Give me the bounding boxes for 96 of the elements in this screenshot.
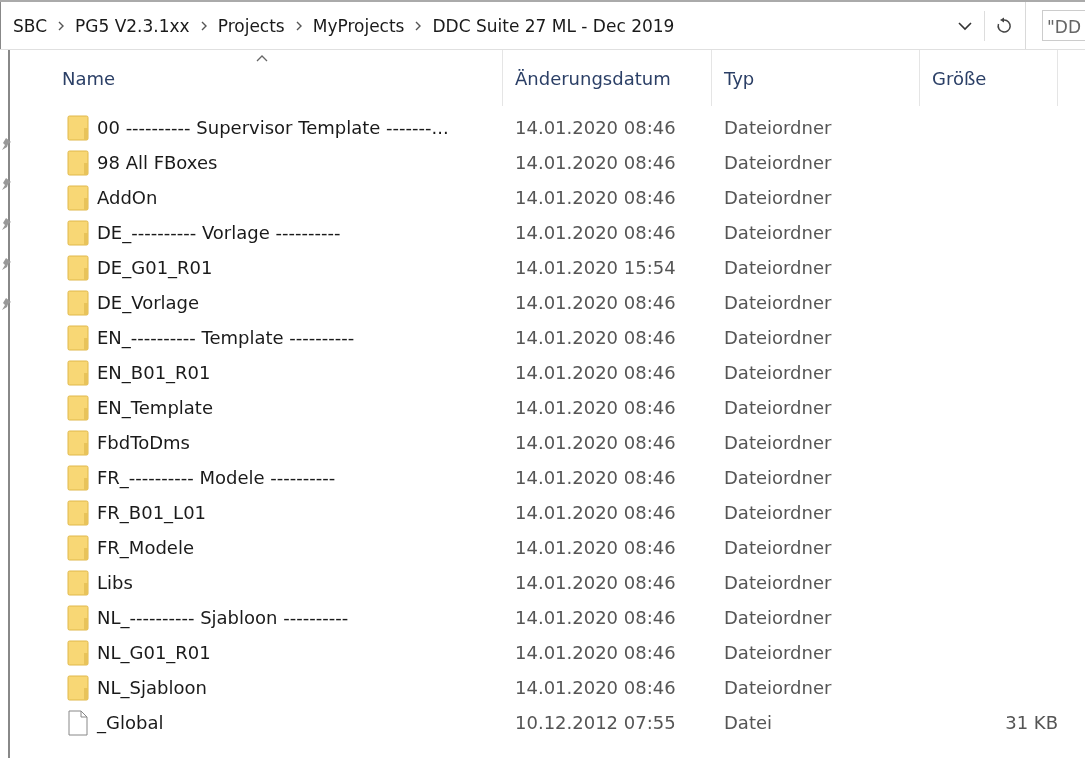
folder-icon: [67, 674, 89, 701]
folder-icon: [67, 604, 89, 631]
breadcrumb-item[interactable]: PG5 V2.3.1xx: [75, 15, 190, 36]
date-modified: 14.01.2020 08:46: [515, 432, 676, 453]
file-name[interactable]: 00 ---------- Supervisor Template -------...: [97, 117, 449, 138]
sort-icon: [256, 54, 268, 62]
date-modified: 14.01.2020 08:46: [515, 152, 676, 173]
folder-icon: [67, 429, 89, 456]
date-modified: 14.01.2020 08:46: [515, 467, 676, 488]
file-name[interactable]: EN_Template: [97, 397, 213, 418]
date-modified: 14.01.2020 08:46: [515, 187, 676, 208]
address-bar[interactable]: SBC PG5 V2.3.1xx Projects MyProjects DDC Suite 27 ML - Dec 2019: [0, 2, 1026, 49]
file-name[interactable]: DE_---------- Vorlage ----------: [97, 222, 341, 243]
folder-icon: [67, 289, 89, 316]
file-name[interactable]: FR_B01_L01: [97, 502, 207, 523]
folder-icon: [67, 184, 89, 211]
file-name[interactable]: Libs: [97, 572, 133, 593]
date-modified: 14.01.2020 08:46: [515, 397, 676, 418]
column-header[interactable]: Änderungsdatum: [503, 50, 712, 106]
file-type: Dateiordner: [724, 572, 832, 593]
breadcrumb-item[interactable]: MyProjects: [312, 15, 405, 36]
file-type: Datei: [724, 712, 773, 733]
chevron-icon: [414, 20, 423, 31]
file-name[interactable]: EN_---------- Template ----------: [97, 327, 355, 348]
folder-icon: [67, 394, 89, 421]
refresh-icon[interactable]: [995, 16, 1013, 35]
date-modified: 14.01.2020 08:46: [515, 572, 676, 593]
file-type: Dateiordner: [724, 187, 832, 208]
folder-icon: [67, 639, 89, 666]
file-name[interactable]: 98 All FBoxes: [97, 152, 218, 173]
file-size: 31 KB: [1005, 712, 1058, 733]
breadcrumb-item[interactable]: Projects: [217, 15, 285, 36]
file-name[interactable]: NL_---------- Sjabloon ----------: [97, 607, 349, 628]
date-modified: 14.01.2020 08:46: [515, 537, 676, 558]
file-type: Dateiordner: [724, 467, 832, 488]
file-name[interactable]: DE_Vorlage: [97, 292, 200, 313]
search-field[interactable]: "DD: [1042, 10, 1085, 41]
date-modified: 14.01.2020 08:46: [515, 117, 676, 138]
file-type: Dateiordner: [724, 537, 832, 558]
date-modified: 14.01.2020 15:54: [515, 257, 676, 278]
chevron-icon: [294, 20, 303, 31]
pin-icon: [2, 298, 11, 310]
date-modified: 14.01.2020 08:46: [515, 642, 676, 663]
folder-icon: [67, 464, 89, 491]
breadcrumb-item[interactable]: SBC: [13, 15, 48, 36]
pin-icon: [2, 258, 11, 270]
file-name[interactable]: FR_Modele: [97, 537, 194, 558]
file-type: Dateiordner: [724, 397, 832, 418]
column-header[interactable]: Größe: [920, 50, 1058, 106]
folder-icon: [67, 324, 89, 351]
folder-icon: [67, 359, 89, 386]
file-name[interactable]: FR_---------- Modele ----------: [97, 467, 336, 488]
file-name[interactable]: NL_Sjabloon: [97, 677, 207, 698]
file-name[interactable]: NL_G01_R01: [97, 642, 211, 663]
folder-icon: [67, 569, 89, 596]
file-name[interactable]: DE_G01_R01: [97, 257, 213, 278]
folder-icon: [67, 254, 89, 281]
pin-icon: [2, 138, 11, 150]
file-type: Dateiordner: [724, 677, 832, 698]
date-modified: 14.01.2020 08:46: [515, 222, 676, 243]
chevron-icon: [199, 20, 208, 31]
file-type: Dateiordner: [724, 327, 832, 348]
file-type: Dateiordner: [724, 642, 832, 663]
date-modified: 10.12.2012 07:55: [515, 712, 676, 733]
file-type: Dateiordner: [724, 362, 832, 383]
file-name[interactable]: EN_B01_R01: [97, 362, 211, 383]
breadcrumb-item[interactable]: DDC Suite 27 ML - Dec 2019: [432, 15, 675, 36]
file-type: Dateiordner: [724, 222, 832, 243]
file-type: Dateiordner: [724, 257, 832, 278]
file-name[interactable]: AddOn: [97, 187, 158, 208]
pin-icon: [2, 218, 11, 230]
column-header[interactable]: Typ: [712, 50, 920, 106]
date-modified: 14.01.2020 08:46: [515, 292, 676, 313]
date-modified: 14.01.2020 08:46: [515, 502, 676, 523]
file-icon: [67, 709, 89, 736]
file-type: Dateiordner: [724, 117, 832, 138]
chevron-icon: [57, 20, 66, 31]
folder-icon: [67, 499, 89, 526]
file-type: Dateiordner: [724, 292, 832, 313]
folder-icon: [67, 114, 89, 141]
folder-icon: [67, 219, 89, 246]
date-modified: 14.01.2020 08:46: [515, 677, 676, 698]
file-type: Dateiordner: [724, 607, 832, 628]
file-type: Dateiordner: [724, 432, 832, 453]
file-type: Dateiordner: [724, 152, 832, 173]
folder-icon: [67, 534, 89, 561]
date-modified: 14.01.2020 08:46: [515, 327, 676, 348]
pin-icon: [2, 178, 11, 190]
date-modified: 14.01.2020 08:46: [515, 362, 676, 383]
file-name[interactable]: FbdToDms: [97, 432, 190, 453]
file-name[interactable]: _Global: [97, 712, 164, 733]
date-modified: 14.01.2020 08:46: [515, 607, 676, 628]
dropdown-icon[interactable]: [958, 20, 972, 31]
column-header[interactable]: Name: [10, 50, 503, 106]
folder-icon: [67, 149, 89, 176]
file-type: Dateiordner: [724, 502, 832, 523]
